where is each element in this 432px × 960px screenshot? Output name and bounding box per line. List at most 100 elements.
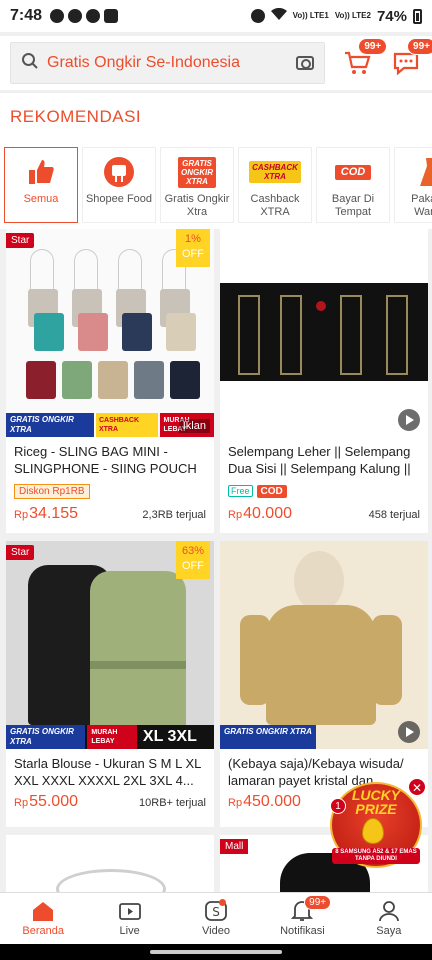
currency: Rp <box>228 797 243 809</box>
system-nav-bar <box>0 944 432 960</box>
cashback-label: CASHBACK XTRA <box>95 413 158 437</box>
discount-badge: 63% OFF <box>176 541 210 579</box>
gratis-ongkir-icon: GRATIS ONGKIR XTRA <box>178 156 216 188</box>
nav-live[interactable]: Live <box>86 893 172 944</box>
cod-icon: COD <box>334 156 372 188</box>
search-bar[interactable]: Gratis Ongkir Se-Indonesia <box>10 42 325 84</box>
nav-label: Notifikasi <box>280 925 325 937</box>
ad-label: Iklan <box>178 419 210 433</box>
product-price: Rp450.000 <box>228 793 301 811</box>
category-gratis-ongkir[interactable]: GRATIS ONGKIR XTRA Gratis Ongkir Xtra <box>160 147 234 223</box>
camera-icon[interactable] <box>295 56 314 70</box>
product-title: Riceg - SLING BAG MINI - SLINGPHONE - SI… <box>14 444 197 476</box>
battery-percent: 74% <box>376 7 407 25</box>
section-title: REKOMENDASI <box>10 107 142 126</box>
discount-tag: Diskon Rp1RB <box>14 483 90 499</box>
nav-saya[interactable]: Saya <box>346 893 432 944</box>
gratis-ongkir-label: GRATIS ONGKIR XTRA <box>6 725 86 749</box>
category-tabs: Semua Shopee Food GRATIS ONGKIR XTRA Gra… <box>0 141 432 229</box>
home-handle[interactable] <box>150 950 282 954</box>
header: Gratis Ongkir Se-Indonesia 99+ 99+ <box>0 36 432 90</box>
cart-button[interactable]: 99+ <box>341 38 388 80</box>
category-label: Gratis Ongkir Xtra <box>164 193 230 218</box>
currency: Rp <box>228 509 243 521</box>
product-image <box>6 835 214 895</box>
app-icon <box>68 9 83 23</box>
promo-banner: GRATIS ONGKIR XTRA <box>220 725 316 749</box>
category-pakaian-wanita[interactable]: Pakaian Wanita <box>394 147 432 223</box>
status-bar: 7:48 Vo)) LTE1 Vo)) LTE2 74% <box>0 0 432 32</box>
bottom-navigation: Beranda Live S Video 99+ Notifikasi Saya <box>0 892 432 944</box>
search-icon <box>21 52 39 75</box>
category-shopee-food[interactable]: Shopee Food <box>82 147 156 223</box>
network-2: Vo)) LTE2 <box>334 11 371 20</box>
category-label: Semua <box>23 193 59 205</box>
currency: Rp <box>14 797 29 809</box>
cart-badge: 99+ <box>358 38 388 55</box>
cashback-pill: CASHBACK XTRA <box>249 161 301 183</box>
murah-lebay-label: MURAH LEBAY <box>87 725 137 749</box>
category-label: Pakaian Wanita <box>411 193 432 218</box>
star-badge: Star <box>6 545 35 560</box>
play-icon[interactable] <box>398 721 420 743</box>
lucky-prize-banner[interactable]: LUCKY PRIZE 8 SAMSUNG A52 & 17 EMAS TANP… <box>328 778 428 870</box>
product-title: Selempang Leher || Selempang Dua Sisi ||… <box>228 444 411 476</box>
cashback-icon: CASHBACK XTRA <box>249 156 301 188</box>
chat-badge: 99+ <box>407 38 432 55</box>
sold-count: 2,3RB terjual <box>142 509 206 521</box>
notification-badge: 99+ <box>304 895 332 910</box>
whatsapp-icon <box>50 9 65 23</box>
product-image: Star 1% OFF GRATIS ONGKIR XTRA CASHBACK … <box>6 229 214 437</box>
product-image: GRATIS ONGKIR XTRA <box>220 541 428 749</box>
product-card[interactable]: Star 63% OFF GRATIS ONGKIR XTRA MURAH LE… <box>6 541 214 827</box>
close-icon[interactable]: ✕ <box>408 778 426 796</box>
lucky-prize-title: LUCKY PRIZE <box>351 787 401 817</box>
nav-video[interactable]: S Video <box>173 893 259 944</box>
category-cashback-xtra[interactable]: CASHBACK XTRA Cashback XTRA <box>238 147 312 223</box>
nav-notifikasi[interactable]: 99+ Notifikasi <box>259 893 345 944</box>
food-icon <box>101 156 137 188</box>
free-shipping-icon: Free <box>228 485 253 497</box>
category-label: Shopee Food <box>85 193 153 205</box>
discount-off: OFF <box>182 560 204 572</box>
golden-egg-icon <box>362 818 384 844</box>
mall-badge: Mall <box>220 839 249 854</box>
recommendation-header: REKOMENDASI <box>0 93 432 141</box>
discount-value: 63% <box>181 545 205 557</box>
clock: 7:48 <box>10 7 43 24</box>
price-value: 40.000 <box>243 505 292 522</box>
currency: Rp <box>14 509 29 521</box>
price-value: 34.155 <box>29 505 78 522</box>
nav-beranda[interactable]: Beranda <box>0 893 86 944</box>
thumbs-up-icon <box>23 156 59 188</box>
gratis-ongkir-label: GRATIS ONGKIR XTRA <box>6 413 94 437</box>
product-price: Rp34.155 <box>14 505 78 523</box>
dress-icon <box>413 156 432 188</box>
live-icon <box>118 900 142 922</box>
category-cod[interactable]: COD Bayar Di Tempat <box>316 147 390 223</box>
promo-banner: GRATIS ONGKIR XTRA MURAH LEBAY XL 3XL 4X… <box>6 725 214 749</box>
play-icon[interactable] <box>398 409 420 431</box>
category-label: Bayar Di Tempat <box>331 193 375 218</box>
nav-label: Video <box>202 925 230 937</box>
sold-count: 458 terjual <box>368 509 420 521</box>
product-card[interactable]: Selempang Leher || Selempang Dua Sisi ||… <box>220 229 428 533</box>
category-label: Cashback XTRA <box>250 193 300 218</box>
gratis-ongkir-pill: GRATIS ONGKIR XTRA <box>178 156 216 188</box>
nav-label: Saya <box>376 925 402 937</box>
product-image <box>220 229 428 437</box>
chat-button[interactable]: 99+ <box>389 38 432 80</box>
lucky-prize-count: 1 <box>330 798 346 814</box>
notification-icons <box>50 9 119 23</box>
discount-badge: 1% OFF <box>176 229 210 267</box>
battery-icon <box>413 8 422 24</box>
product-card[interactable] <box>6 835 214 895</box>
lucky-prize-subtitle: 8 SAMSUNG A52 & 17 EMAS TANPA DIUNDI <box>332 848 420 864</box>
nav-label: Beranda <box>22 925 64 937</box>
gallery-icon <box>104 9 119 23</box>
search-input[interactable]: Gratis Ongkir Se-Indonesia <box>47 54 296 72</box>
product-card[interactable]: Star 1% OFF GRATIS ONGKIR XTRA CASHBACK … <box>6 229 214 533</box>
price-value: 55.000 <box>29 793 78 810</box>
category-semua[interactable]: Semua <box>4 147 78 223</box>
cod-badge: COD <box>256 484 287 498</box>
